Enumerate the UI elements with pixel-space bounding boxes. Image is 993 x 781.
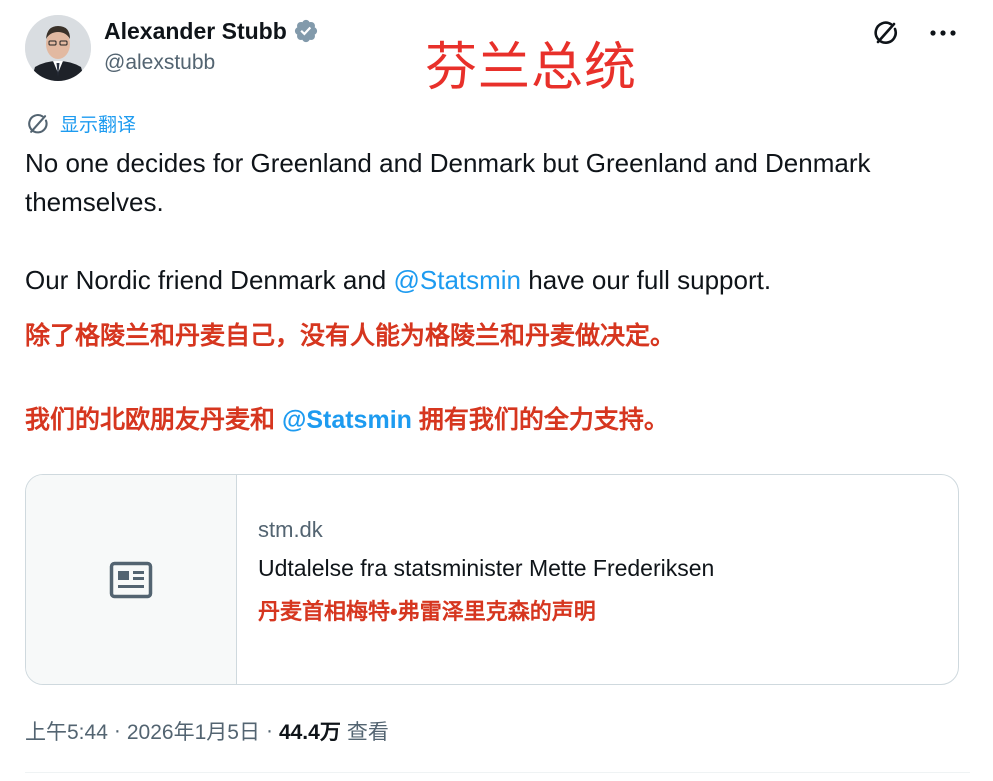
card-body: stm.dk Udtalelse fra statsminister Mette…	[237, 475, 714, 684]
tweet-text-line2-end: have our full support.	[521, 265, 772, 295]
article-icon	[109, 561, 153, 598]
tweet-text-line2: Our Nordic friend Denmark and @Statsmin …	[25, 261, 970, 300]
card-title: Udtalelse fra statsminister Mette Freder…	[258, 555, 715, 581]
card-domain: stm.dk	[258, 517, 323, 542]
meta-separator: ·	[265, 719, 273, 742]
translation-line2-end: 拥有我们的全力支持。	[411, 406, 669, 434]
tweet-time[interactable]: 上午5:44	[25, 716, 108, 746]
more-options-icon[interactable]	[926, 16, 960, 50]
tweet-text-line2-start: Our Nordic friend Denmark and	[25, 265, 394, 295]
card-title-translation: 丹麦首相梅特•弗雷泽里克森的声明	[258, 599, 596, 624]
view-count-label: 查看	[346, 721, 389, 744]
avatar-image	[25, 15, 91, 81]
show-translation-button[interactable]: 显示翻译	[26, 110, 136, 137]
author-handle[interactable]: @alexstubb	[104, 51, 319, 75]
translation-line2: 我们的北欧朋友丹麦和 @Statsmin 拥有我们的全力支持。	[25, 403, 669, 437]
author-name[interactable]: Alexander Stubb	[104, 18, 287, 45]
tweet-text: No one decides for Greenland and Denmark…	[25, 144, 970, 300]
tweet-actions-top	[870, 16, 960, 50]
mention-link[interactable]: @Statsmin	[393, 265, 521, 295]
card-thumbnail	[26, 475, 237, 684]
link-preview-card[interactable]: stm.dk Udtalelse fra statsminister Mette…	[25, 474, 959, 685]
translation-line1: 除了格陵兰和丹麦自己，没有人能为格陵兰和丹麦做决定。	[25, 322, 676, 350]
overlay-annotation-title: 芬兰总统	[425, 39, 638, 97]
divider	[25, 772, 970, 773]
translation-mention-link[interactable]: @Statsmin	[282, 406, 412, 434]
author-info: Alexander Stubb @alexstubb	[104, 15, 319, 75]
tweet-date[interactable]: 2026年1月5日	[127, 716, 260, 746]
avatar[interactable]	[25, 15, 91, 81]
view-count[interactable]: 44.4万	[279, 716, 341, 746]
translation-line2-start: 我们的北欧朋友丹麦和	[25, 406, 282, 434]
meta-separator: ·	[113, 719, 121, 742]
verified-badge-icon[interactable]	[293, 18, 319, 44]
tweet-meta: 上午5:44 · 2026年1月5日 · 44.4万 查看	[25, 716, 389, 746]
tweet-text-line1: No one decides for Greenland and Denmark…	[25, 148, 871, 217]
show-translation-label[interactable]: 显示翻译	[60, 110, 136, 137]
translate-icon	[28, 113, 48, 133]
grok-icon[interactable]	[870, 16, 904, 50]
